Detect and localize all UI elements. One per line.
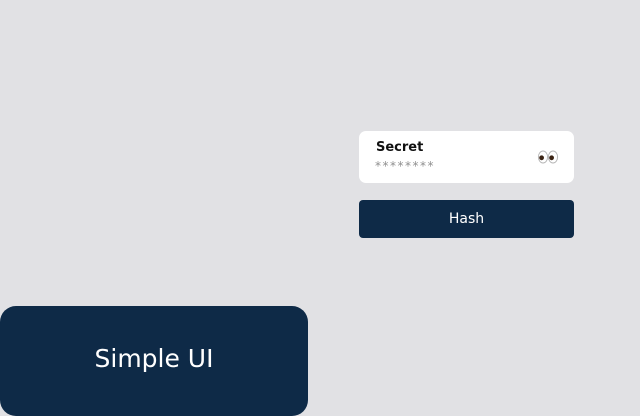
brand-title: Simple UI: [94, 344, 214, 373]
eyes-icon[interactable]: [537, 149, 559, 164]
secret-field[interactable]: Secret ********: [359, 131, 574, 183]
hash-button[interactable]: Hash: [359, 200, 574, 238]
hash-button-label: Hash: [448, 211, 485, 227]
secret-input[interactable]: ********: [375, 159, 525, 174]
secret-label: Secret: [376, 140, 424, 155]
